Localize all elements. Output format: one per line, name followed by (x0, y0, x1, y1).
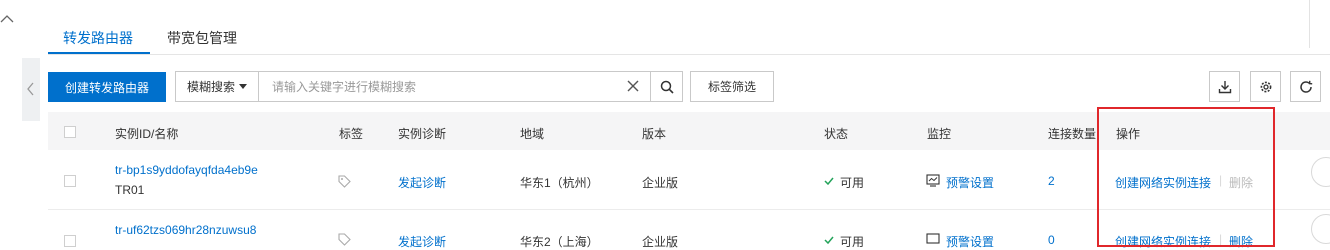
tag-filter-button[interactable]: 标签筛选 (690, 71, 774, 102)
search-mode-select[interactable]: 模糊搜索 (176, 72, 259, 101)
status-value: 可用 (840, 235, 865, 249)
chevron-left-icon (27, 82, 34, 96)
create-router-button[interactable]: 创建转发路由器 (48, 72, 166, 102)
check-icon (824, 177, 834, 185)
column-region: 地域 (520, 127, 545, 141)
edition-value: 企业版 (642, 235, 679, 249)
sidebar-toggle[interactable] (22, 58, 40, 121)
diagnose-link[interactable]: 发起诊断 (398, 233, 446, 250)
row-checkbox[interactable] (64, 235, 76, 247)
refresh-button[interactable] (1290, 71, 1321, 102)
tag-icon[interactable] (338, 233, 351, 246)
status-value: 可用 (840, 176, 865, 190)
settings-button[interactable] (1250, 71, 1281, 102)
search-input[interactable] (272, 77, 602, 96)
region-value: 华东1（杭州） (520, 176, 599, 190)
settings-icon (1260, 81, 1271, 92)
divider (1309, 0, 1310, 48)
edition-value: 企业版 (642, 176, 679, 190)
diagnose-link[interactable]: 发起诊断 (398, 174, 446, 191)
instance-id-link[interactable]: tr-bp1s9yddofayqfda4eb9e (115, 163, 258, 177)
connection-count-link[interactable]: 2 (1048, 174, 1055, 188)
clear-icon[interactable] (626, 79, 640, 93)
alert-settings-link[interactable]: 预警设置 (946, 174, 994, 191)
floating-feedback-button[interactable] (1311, 214, 1330, 244)
search-mode-label: 模糊搜索 (186, 80, 235, 94)
connection-count-link[interactable]: 0 (1048, 233, 1055, 247)
tab-bar-divider (48, 54, 1330, 55)
column-monitor: 监控 (927, 127, 952, 141)
download-button[interactable] (1209, 71, 1240, 102)
tag-icon[interactable] (338, 175, 351, 188)
floating-help-button[interactable] (1311, 157, 1330, 187)
search-box: 模糊搜索 (175, 71, 683, 102)
column-diagnosis: 实例诊断 (398, 127, 447, 141)
row-checkbox[interactable] (64, 175, 76, 187)
search-icon (660, 80, 674, 94)
column-tags: 标签 (339, 127, 364, 141)
refresh-icon (1299, 80, 1312, 93)
caret-down-icon (239, 84, 247, 89)
alert-settings-link[interactable]: 预警设置 (946, 233, 994, 250)
tab-bandwidth-package[interactable]: 带宽包管理 (167, 28, 237, 48)
download-icon (1218, 80, 1231, 93)
select-all-checkbox[interactable] (64, 126, 76, 138)
active-tab-indicator (48, 52, 150, 54)
chevron-up-icon[interactable] (0, 12, 14, 26)
monitor-icon (926, 233, 940, 244)
region-value: 华东2（上海） (520, 235, 599, 249)
instance-name: TR01 (115, 183, 145, 197)
column-id-name: 实例ID/名称 (115, 127, 179, 141)
monitor-icon (926, 174, 940, 187)
search-button[interactable] (650, 72, 683, 101)
instance-id-link[interactable]: tr-uf62tzs069hr28nzuwsu8 (115, 223, 256, 237)
column-connections: 连接数量 (1048, 127, 1097, 141)
column-status: 状态 (824, 127, 849, 141)
column-edition: 版本 (642, 127, 667, 141)
check-icon (824, 236, 834, 244)
actions-highlight-box (1097, 107, 1275, 247)
tab-forward-router[interactable]: 转发路由器 (63, 28, 133, 48)
